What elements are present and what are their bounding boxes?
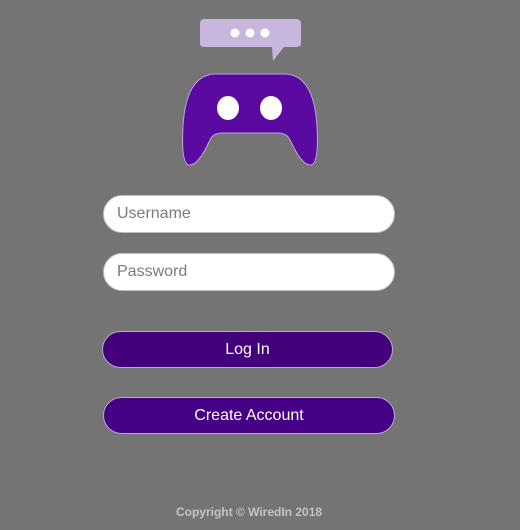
password-field[interactable]	[103, 253, 395, 291]
username-field[interactable]	[103, 195, 395, 233]
chat-bubble-icon	[200, 19, 301, 61]
app-logo	[182, 19, 318, 166]
login-button[interactable]: Log In	[102, 331, 393, 368]
create-account-button[interactable]: Create Account	[103, 397, 395, 434]
gamepad-icon	[182, 73, 318, 166]
copyright-text: Copyright © WiredIn 2018	[175, 505, 323, 519]
